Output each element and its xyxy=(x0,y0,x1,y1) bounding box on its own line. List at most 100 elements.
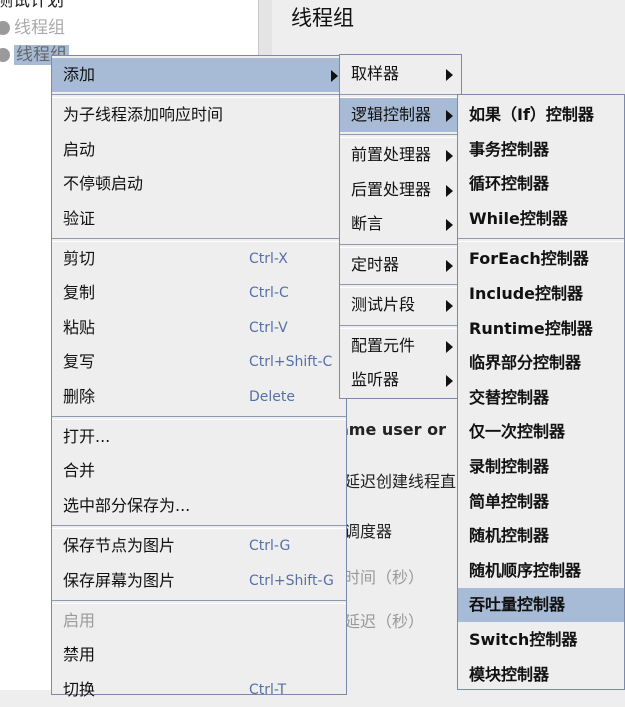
gear-icon xyxy=(0,48,10,62)
logic-menu-item-label: 模块控制器 xyxy=(469,664,550,684)
logic-menu-item[interactable]: 如果（If）控制器 xyxy=(458,98,624,132)
main-menu-item[interactable]: 禁用 xyxy=(52,638,346,672)
main-menu-item[interactable]: 剪切 Ctrl-X xyxy=(52,242,346,276)
main-menu-item[interactable]: 复制 Ctrl-C xyxy=(52,276,346,310)
chevron-right-icon xyxy=(446,219,453,231)
tree-item-label: 测试计划 xyxy=(0,0,64,11)
logic-menu-item[interactable]: ForEach控制器 xyxy=(458,242,624,276)
gear-icon xyxy=(0,21,10,35)
add-menu-item[interactable]: 取样器 xyxy=(340,57,461,91)
chevron-right-icon xyxy=(446,109,453,122)
logic-menu-item[interactable]: 吞吐量控制器 xyxy=(458,588,624,623)
add-menu-item[interactable]: 配置元件 xyxy=(340,329,461,363)
logic-menu-item[interactable]: 事务控制器 xyxy=(458,133,624,167)
logic-menu-item-label: 仅一次控制器 xyxy=(469,422,566,442)
logic-menu-item[interactable]: 临界部分控制器 xyxy=(458,346,624,380)
chevron-right-icon xyxy=(446,259,453,272)
logic-menu-item[interactable]: 随机顺序控制器 xyxy=(458,554,624,588)
tree-item-label: 线程组 xyxy=(14,18,65,38)
main-menu-item[interactable]: 保存节点为图片 Ctrl-G xyxy=(52,529,346,563)
tree-item-thread-group-1[interactable]: 线程组 xyxy=(0,15,65,41)
add-menu-item[interactable]: 断言 xyxy=(340,207,461,241)
main-menu-item-label: 打开... xyxy=(63,427,111,446)
logic-menu-item[interactable]: 交替控制器 xyxy=(458,381,624,415)
chevron-right-icon xyxy=(446,69,453,81)
logic-menu-item-label: 录制控制器 xyxy=(469,457,550,476)
chevron-right-icon xyxy=(446,300,453,312)
chevron-right-icon xyxy=(446,150,453,162)
logic-menu-item[interactable]: Include控制器 xyxy=(458,277,624,311)
main-menu-item-label: 保存节点为图片 xyxy=(63,536,176,556)
main-menu-item-label: 选中部分保存为... xyxy=(63,495,191,515)
add-menu-item-label: 取样器 xyxy=(351,64,400,83)
add-menu-item[interactable]: 后置处理器 xyxy=(340,173,461,207)
main-menu-item[interactable]: 打开... xyxy=(52,420,346,454)
main-menu-item-label: 验证 xyxy=(63,208,96,228)
logic-menu-item[interactable]: 循环控制器 xyxy=(458,167,624,201)
shortcut-label: Ctrl-V xyxy=(249,319,288,336)
logic-menu-item-label: Include控制器 xyxy=(469,284,584,303)
main-menu-item-label: 复写 xyxy=(63,352,96,372)
shortcut-label: Ctrl-G xyxy=(249,538,291,555)
main-menu-item[interactable]: 删除 Delete xyxy=(52,380,346,414)
add-menu-item[interactable]: 逻辑控制器 xyxy=(340,97,461,132)
main-menu-item-label: 切换 xyxy=(63,679,96,699)
shortcut-label: Delete xyxy=(249,388,295,405)
add-menu-item-label: 断言 xyxy=(351,214,384,233)
logic-menu-item[interactable]: Runtime控制器 xyxy=(458,312,624,346)
shortcut-label: Ctrl+Shift-G xyxy=(249,572,334,589)
chevron-right-icon xyxy=(446,184,453,197)
add-menu-item-label: 后置处理器 xyxy=(351,179,432,199)
main-menu-item[interactable]: 启用 xyxy=(52,604,346,638)
startup-delay-label: 延迟（秒） xyxy=(344,612,425,631)
main-menu-item[interactable]: 验证 xyxy=(52,202,346,236)
logic-menu-item[interactable]: Switch控制器 xyxy=(458,623,624,657)
page-title: 线程组 xyxy=(291,6,354,30)
logic-menu-item[interactable]: 随机控制器 xyxy=(458,519,624,553)
logic-menu-item-label: 随机顺序控制器 xyxy=(469,560,582,580)
main-menu-item-label: 合并 xyxy=(63,461,96,481)
main-menu-item[interactable]: 粘贴 Ctrl-V xyxy=(52,311,346,345)
main-menu-item[interactable]: 复写 Ctrl+Shift-C xyxy=(52,345,346,379)
main-menu-item-label: 启用 xyxy=(63,611,96,630)
add-menu-item[interactable]: 定时器 xyxy=(340,248,461,282)
main-menu-item-label: 粘贴 xyxy=(63,317,96,337)
main-menu-item-label: 添加 xyxy=(63,65,96,84)
logic-menu-item-label: Runtime控制器 xyxy=(469,318,593,338)
add-menu-item-label: 测试片段 xyxy=(351,295,416,314)
main-menu-item-label: 启动 xyxy=(63,139,96,159)
tree-item-test-plan[interactable]: 测试计划 xyxy=(0,0,64,14)
logic-menu-item[interactable]: 简单控制器 xyxy=(458,485,624,519)
add-menu-item-label: 监听器 xyxy=(351,370,400,389)
main-menu-item[interactable]: 选中部分保存为... xyxy=(52,489,346,523)
shortcut-label: Ctrl+Shift-C xyxy=(249,354,333,371)
add-submenu: 取样器逻辑控制器前置处理器后置处理器断言定时器测试片段配置元件监听器 xyxy=(339,54,462,399)
logic-menu-item[interactable]: While控制器 xyxy=(458,202,624,236)
chevron-right-icon xyxy=(446,375,453,387)
main-menu-item[interactable]: 不停顿启动 xyxy=(52,167,346,201)
logic-menu-item-label: 如果（If）控制器 xyxy=(469,105,594,124)
main-menu-item[interactable]: 保存屏幕为图片 Ctrl+Shift-G xyxy=(52,564,346,598)
logic-menu-item-label: Switch控制器 xyxy=(469,630,578,649)
main-menu-item[interactable]: 为子线程添加响应时间 xyxy=(52,98,346,132)
same-user-label: ame user or xyxy=(338,420,446,439)
logic-menu-item[interactable]: 仅一次控制器 xyxy=(458,415,624,449)
shortcut-label: Ctrl-X xyxy=(249,251,288,267)
main-menu-item-label: 保存屏幕为图片 xyxy=(63,570,176,590)
logic-menu-item-label: 临界部分控制器 xyxy=(469,353,582,373)
main-menu-item[interactable]: 添加 xyxy=(52,58,346,92)
main-menu-item[interactable]: 合并 xyxy=(52,454,346,488)
add-menu-item[interactable]: 测试片段 xyxy=(340,288,461,322)
add-menu-item[interactable]: 前置处理器 xyxy=(340,138,461,172)
scheduler-label: 调度器 xyxy=(344,522,393,541)
context-menu: 添加为子线程添加响应时间启动不停顿启动验证剪切 Ctrl-X 复制 Ctrl-C 粘贴 C… xyxy=(51,55,347,699)
main-menu-item-label: 复制 xyxy=(63,283,96,303)
logic-menu-item[interactable]: 模块控制器 xyxy=(458,658,624,692)
chevron-right-icon xyxy=(331,70,338,82)
add-menu-item[interactable]: 监听器 xyxy=(340,363,461,397)
main-menu-item-label: 禁用 xyxy=(63,645,96,665)
logic-menu-item[interactable]: 录制控制器 xyxy=(458,450,624,484)
main-menu-item[interactable]: 启动 xyxy=(52,133,346,167)
logic-menu-item-label: 吞吐量控制器 xyxy=(469,595,566,615)
shortcut-label: Ctrl-C xyxy=(249,285,289,302)
